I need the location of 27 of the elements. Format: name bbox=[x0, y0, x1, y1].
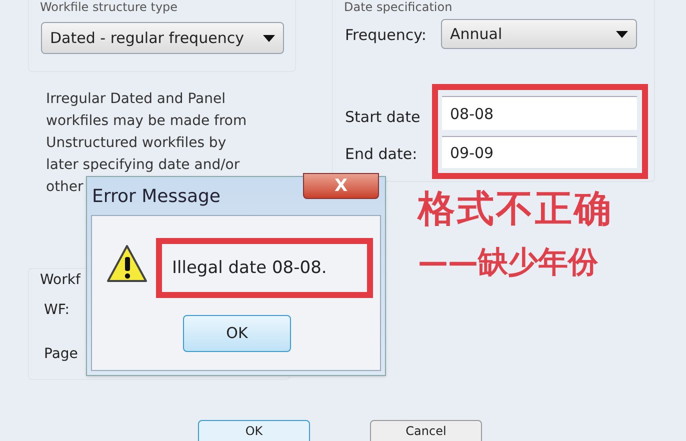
dialog-title: Error Message bbox=[92, 184, 220, 208]
group-label: Workf bbox=[40, 271, 80, 290]
end-date-field[interactable]: 09-09 bbox=[442, 136, 637, 168]
field-label: WF: bbox=[44, 301, 70, 320]
error-message: Illegal date 08-08. bbox=[172, 257, 327, 280]
frequency-dropdown[interactable]: Annual bbox=[441, 19, 637, 49]
note-text: workfiles may be made from bbox=[46, 112, 247, 131]
warning-icon bbox=[106, 244, 148, 284]
group-label: Workfile structure type bbox=[40, 1, 178, 13]
annotation-text: 格式不正确 bbox=[418, 190, 613, 227]
note-text: Irregular Dated and Panel bbox=[46, 90, 226, 109]
end-date-label: End date: bbox=[345, 144, 418, 165]
structure-dropdown[interactable]: Dated - regular frequency bbox=[41, 22, 284, 54]
caret-icon bbox=[263, 34, 275, 42]
field-label: Page bbox=[44, 345, 78, 364]
caret-icon bbox=[616, 30, 628, 38]
annotation-text: ——缺少年份 bbox=[418, 248, 598, 278]
start-date-label: Start date bbox=[345, 107, 420, 128]
start-date-field[interactable]: 08-08 bbox=[442, 96, 637, 130]
note-text: later specifying date and/or bbox=[46, 156, 240, 175]
ok-button[interactable]: OK bbox=[198, 420, 310, 441]
frequency-label: Frequency: bbox=[345, 25, 426, 46]
note-text: other bbox=[46, 178, 84, 197]
ok-button[interactable]: OK bbox=[183, 315, 291, 352]
group-label: Date specification bbox=[344, 1, 452, 13]
cancel-button[interactable]: Cancel bbox=[370, 420, 482, 441]
note-text: Unstructured workfiles by bbox=[46, 134, 226, 153]
